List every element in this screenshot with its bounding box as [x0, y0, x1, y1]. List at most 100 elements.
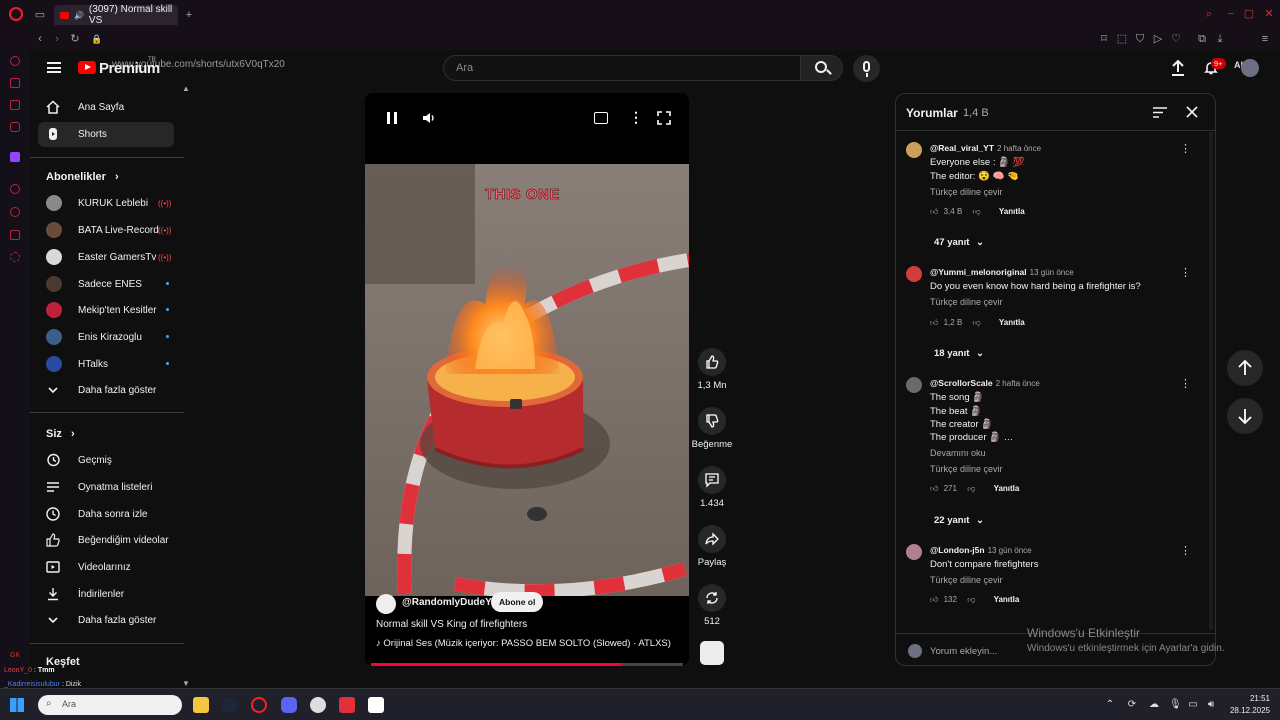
comments-scrollbar[interactable]: [1209, 132, 1213, 630]
chess-icon[interactable]: [310, 697, 326, 713]
dislike-icon[interactable]: 👎︎: [973, 207, 981, 216]
show-more-you[interactable]: Daha fazla göster: [38, 608, 174, 633]
reply-button[interactable]: Yanıtla: [999, 207, 1025, 216]
chat-icon[interactable]: [10, 100, 20, 110]
sidebar-item-your-videos[interactable]: Videolarınız: [38, 555, 174, 580]
comments-action[interactable]: 1.434: [682, 466, 742, 509]
player-icon[interactable]: ▷: [1152, 33, 1164, 45]
close-icon[interactable]: [1186, 106, 1198, 118]
back-icon[interactable]: ‹: [34, 33, 46, 45]
player-sidebar-icon[interactable]: [10, 184, 20, 194]
forward-icon[interactable]: ›: [51, 33, 63, 45]
video-title[interactable]: Normal skill VS King of firefighters: [376, 619, 527, 630]
reply-button[interactable]: Yanıtla: [999, 318, 1025, 327]
sidebar-item-playlists[interactable]: Oynatma listeleri: [38, 475, 174, 500]
like-action[interactable]: 1,3 Mn: [682, 348, 742, 391]
sidebar-item-shorts[interactable]: Shorts: [38, 122, 174, 147]
instagram-icon[interactable]: [10, 122, 20, 132]
snapshot-icon[interactable]: ⬚: [1116, 33, 1128, 45]
search-input[interactable]: Ara: [443, 55, 801, 81]
comment-input[interactable]: Yorum ekleyin...: [930, 646, 997, 657]
replies-toggle[interactable]: 47 yanıt ⌄: [934, 237, 984, 248]
you-heading[interactable]: Siz ›: [46, 428, 75, 440]
opera-logo-icon[interactable]: [9, 7, 23, 21]
audio-track[interactable]: ♪ Orijinal Ses (Müzik içeriyor: PASSO BE…: [376, 638, 671, 649]
workspaces-icon[interactable]: ▭: [34, 9, 46, 21]
next-short-button[interactable]: [1227, 398, 1263, 434]
subscription-item[interactable]: HTalks: [38, 352, 174, 377]
replies-toggle[interactable]: 18 yanıt ⌄: [934, 348, 984, 359]
cloud-icon[interactable]: ☁: [1148, 699, 1160, 711]
video-progress-bar[interactable]: [371, 663, 683, 666]
comment-menu-icon[interactable]: ⋮: [1180, 378, 1191, 390]
previous-short-button[interactable]: [1227, 350, 1263, 386]
fullscreen-icon[interactable]: [657, 111, 671, 125]
wallet-icon[interactable]: ⧉: [1196, 33, 1208, 45]
heart-icon[interactable]: ♡: [1170, 33, 1182, 45]
comment-menu-icon[interactable]: ⋮: [1180, 267, 1191, 279]
upload-icon[interactable]: [1171, 60, 1185, 76]
opera-icon[interactable]: [251, 697, 267, 713]
taskbar-search[interactable]: ⌕ Ara: [38, 695, 182, 715]
youtube-logo-icon[interactable]: [78, 61, 96, 74]
show-more-subscriptions[interactable]: Daha fazla göster: [38, 378, 174, 403]
shorts-player[interactable]: ⋮ THIS ONE @RandomlyDudeYT Abone ol Norm…: [365, 93, 689, 666]
twitch-icon[interactable]: [10, 152, 20, 162]
dislike-icon[interactable]: 👎︎: [967, 484, 975, 493]
like-icon[interactable]: 👍︎: [930, 207, 938, 216]
microphone-tray-icon[interactable]: 🎙︎: [1169, 699, 1182, 711]
sidebar-item-home[interactable]: Ana Sayfa: [38, 95, 174, 120]
bookmark-icon[interactable]: ⌑: [1098, 33, 1110, 45]
minimize-icon[interactable]: −: [1225, 8, 1237, 20]
settings-icon[interactable]: [10, 252, 20, 262]
dislike-action[interactable]: Beğenme: [682, 407, 742, 450]
comment-author[interactable]: @ScrollorScale 2 hafta önce: [930, 378, 1040, 388]
network-icon[interactable]: ▭: [1187, 699, 1199, 711]
subscription-item[interactable]: KURUK Leblebi ((•)): [38, 191, 174, 216]
download-icon[interactable]: ⤓: [1214, 33, 1226, 45]
subscription-item[interactable]: Mekip'ten Kesitler: [38, 298, 174, 323]
voice-search-button[interactable]: [853, 55, 880, 82]
sidebar-scroll-up-icon[interactable]: ▲: [182, 84, 190, 93]
sort-icon[interactable]: [1153, 107, 1167, 118]
sidebar-item-downloads[interactable]: İndirilenler: [38, 582, 174, 607]
menu-icon[interactable]: ≡: [1259, 33, 1271, 45]
remix-action[interactable]: 512: [682, 584, 742, 627]
read-more-link[interactable]: Devamını oku: [930, 448, 986, 458]
file-explorer-icon[interactable]: [193, 697, 209, 713]
avatar[interactable]: [906, 544, 922, 560]
sidebar-item-history[interactable]: Geçmiş: [38, 448, 174, 473]
reply-button[interactable]: Yanıtla: [994, 484, 1020, 493]
volume-icon[interactable]: [422, 111, 436, 125]
aria-icon[interactable]: [10, 78, 20, 88]
subscriptions-heading[interactable]: Abonelikler ›: [46, 171, 119, 183]
translate-link[interactable]: Türkçe diline çevir: [930, 464, 1003, 474]
subscribe-button[interactable]: Abone ol: [491, 592, 544, 612]
subscription-item[interactable]: BATA Live-Record ((•)): [38, 218, 174, 243]
reply-button[interactable]: Yanıtla: [994, 595, 1020, 604]
channel-name[interactable]: @RandomlyDudeYT: [402, 597, 498, 608]
subscription-item[interactable]: Enis Kirazoglu: [38, 325, 174, 350]
start-icon[interactable]: [10, 698, 24, 712]
search-button[interactable]: [801, 55, 843, 81]
maximize-icon[interactable]: ▢: [1243, 8, 1255, 20]
avatar[interactable]: [1241, 59, 1259, 77]
more-options-icon[interactable]: ⋮: [629, 110, 643, 124]
reload-icon[interactable]: ↻: [69, 33, 81, 45]
subscription-item[interactable]: Easter GamersTv ((•)): [38, 245, 174, 270]
captions-icon[interactable]: [594, 112, 608, 124]
speaker-icon[interactable]: 🔊: [74, 11, 84, 20]
steam-icon[interactable]: [222, 697, 238, 713]
dislike-icon[interactable]: 👎︎: [967, 595, 975, 604]
hamburger-menu-icon[interactable]: [47, 62, 61, 73]
avatar[interactable]: [906, 377, 922, 393]
translate-link[interactable]: Türkçe diline çevir: [930, 187, 1003, 197]
translate-link[interactable]: Türkçe diline çevir: [930, 575, 1003, 585]
subscription-item[interactable]: Sadece ENES: [38, 272, 174, 297]
avatar[interactable]: [906, 142, 922, 158]
comment-menu-icon[interactable]: ⋮: [1180, 143, 1191, 155]
tab-youtube[interactable]: 🔊 (3097) Normal skill VS: [54, 4, 178, 26]
vpn-icon[interactable]: ⛉: [1134, 33, 1146, 45]
comment-author[interactable]: @Real_viral_YT 2 hafta önce: [930, 143, 1041, 153]
channel-avatar[interactable]: [376, 594, 396, 614]
